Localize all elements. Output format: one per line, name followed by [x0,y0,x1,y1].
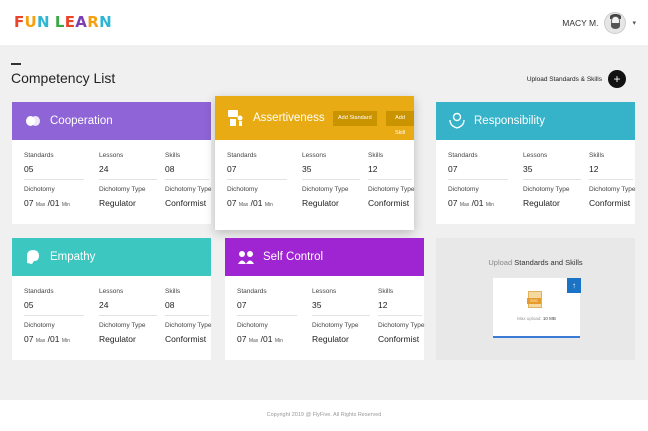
card-title: Self Control [263,251,324,263]
dichotomy-type-stat: Dichotomy Type Regulator [99,186,146,208]
card-header[interactable]: Self Control [225,238,424,276]
logo-letter: L [54,13,65,31]
logo-letter: R [87,13,100,31]
avatar[interactable] [604,12,627,34]
logo-letter: F [14,13,25,31]
card-header[interactable]: Empathy [12,238,211,276]
divider [24,179,84,180]
user-name: MACY M. [562,18,599,28]
dichotomy-type-stat: Dichotomy Type Regulator [99,322,146,344]
logo-letter: N [99,13,112,31]
logo-letter: E [64,13,76,31]
top-bar: FUN LEARN MACY M. ▾ [0,0,648,45]
divider [448,179,508,180]
lessons-stat: Lessons 35 [312,288,337,310]
logo-letter: N [37,13,50,31]
divider [99,315,157,316]
competency-card[interactable]: Cooperation Standards 05 Lessons 24 Skills 08 D… [12,102,211,224]
competency-card[interactable]: Self Control Standards 07 Lessons 35 Skills 12… [225,238,424,360]
lessons-stat: Lessons 24 [99,152,124,174]
title-dash [11,63,21,65]
divider [368,179,412,180]
card-header[interactable]: Assertiveness [215,96,414,140]
dichotomy-type-secondary-stat: Dichotomy Type Conformist [378,322,425,344]
competency-card[interactable]: Responsibility Standards 07 Lessons 35 Skills… [436,102,635,224]
footer: Copyright 2019 @ FlyFive. All Rights Res… [0,400,648,431]
divider [237,315,297,316]
dichotomy-stat: Dichotomy 07 Max /01 Min [237,322,283,344]
logo-letter: U [24,13,38,31]
competency-card[interactable]: Assertiveness Add Standard Add Skill Standa… [215,96,414,230]
add-standard-button[interactable]: Add Standard [333,111,377,126]
divider [227,179,287,180]
empathy-icon [24,248,42,266]
card-header[interactable]: Cooperation [12,102,211,140]
skills-stat: Skills 08 [165,152,181,174]
skills-stat: Skills 12 [368,152,384,174]
divider [589,179,633,180]
page-title: Competency List [11,70,116,86]
dichotomy-stat: Dichotomy 07 Max /01 Min [227,186,273,208]
cooperation-icon [24,112,42,130]
card-title: Cooperation [50,115,113,127]
dichotomy-type-secondary-stat: Dichotomy Type Conformist [165,186,212,208]
lessons-stat: Lessons 35 [523,152,548,174]
divider [99,179,157,180]
standards-stat: Standards 07 [237,288,267,310]
add-skill-button[interactable]: Add Skill [386,111,414,136]
competency-card[interactable]: Empathy Standards 05 Lessons 24 Skills 08 Dicho… [12,238,211,360]
dichotomy-stat: Dichotomy 07 Max /01 Min [24,322,70,344]
dichotomy-type-stat: Dichotomy Type Regulator [312,322,359,344]
skills-stat: Skills 12 [378,288,394,310]
upload-card: Upload Standards and Skills ↑ SVG Max up… [436,238,635,360]
dichotomy-type-secondary-stat: Dichotomy Type Conformist [368,186,415,208]
divider [302,179,360,180]
divider [165,179,209,180]
skills-stat: Skills 12 [589,152,605,174]
dichotomy-type-stat: Dichotomy Type Regulator [302,186,349,208]
dichotomy-type-secondary-stat: Dichotomy Type Conformist [589,186,636,208]
upload-standards-link[interactable]: Upload Standards & Skills + [527,70,626,88]
card-title: Assertiveness [253,112,325,124]
copyright-text: Copyright 2019 @ FlyFive. All Rights Res… [266,412,382,418]
dichotomy-type-stat: Dichotomy Type Regulator [523,186,570,208]
card-header[interactable]: Responsibility [436,102,635,140]
max-upload-note: Max upload: 10 MB [517,316,556,321]
divider [24,315,84,316]
chevron-down-icon[interactable]: ▾ [632,19,636,27]
divider [523,179,581,180]
dichotomy-stat: Dichotomy 07 Max /01 Min [448,186,494,208]
file-type-tag: SVG [527,298,541,304]
upload-card-title: Upload Standards and Skills [488,258,583,267]
responsibility-icon [448,112,466,130]
file-drop-zone[interactable]: ↑ SVG Max upload: 10 MB [493,278,581,338]
standards-stat: Standards 05 [24,152,54,174]
standards-stat: Standards 05 [24,288,54,310]
lessons-stat: Lessons 35 [302,152,327,174]
lessons-stat: Lessons 24 [99,288,124,310]
card-title: Responsibility [474,115,545,127]
card-title: Empathy [50,251,96,263]
dichotomy-stat: Dichotomy 07 Max /01 Min [24,186,70,208]
add-icon[interactable]: + [608,70,626,88]
upload-arrow-icon[interactable]: ↑ [567,278,581,293]
assertiveness-icon [227,109,245,127]
standards-stat: Standards 07 [448,152,478,174]
skills-stat: Skills 08 [165,288,181,310]
divider [312,315,370,316]
logo-letter: A [75,13,88,31]
upload-standards-label[interactable]: Upload Standards & Skills [527,76,602,83]
fun-learn-logo[interactable]: FUN LEARN [14,13,112,31]
divider [378,315,422,316]
self-control-icon [237,248,255,266]
user-menu[interactable]: MACY M. ▾ [562,12,636,34]
standards-stat: Standards 07 [227,152,257,174]
divider [165,315,209,316]
dichotomy-type-secondary-stat: Dichotomy Type Conformist [165,322,212,344]
